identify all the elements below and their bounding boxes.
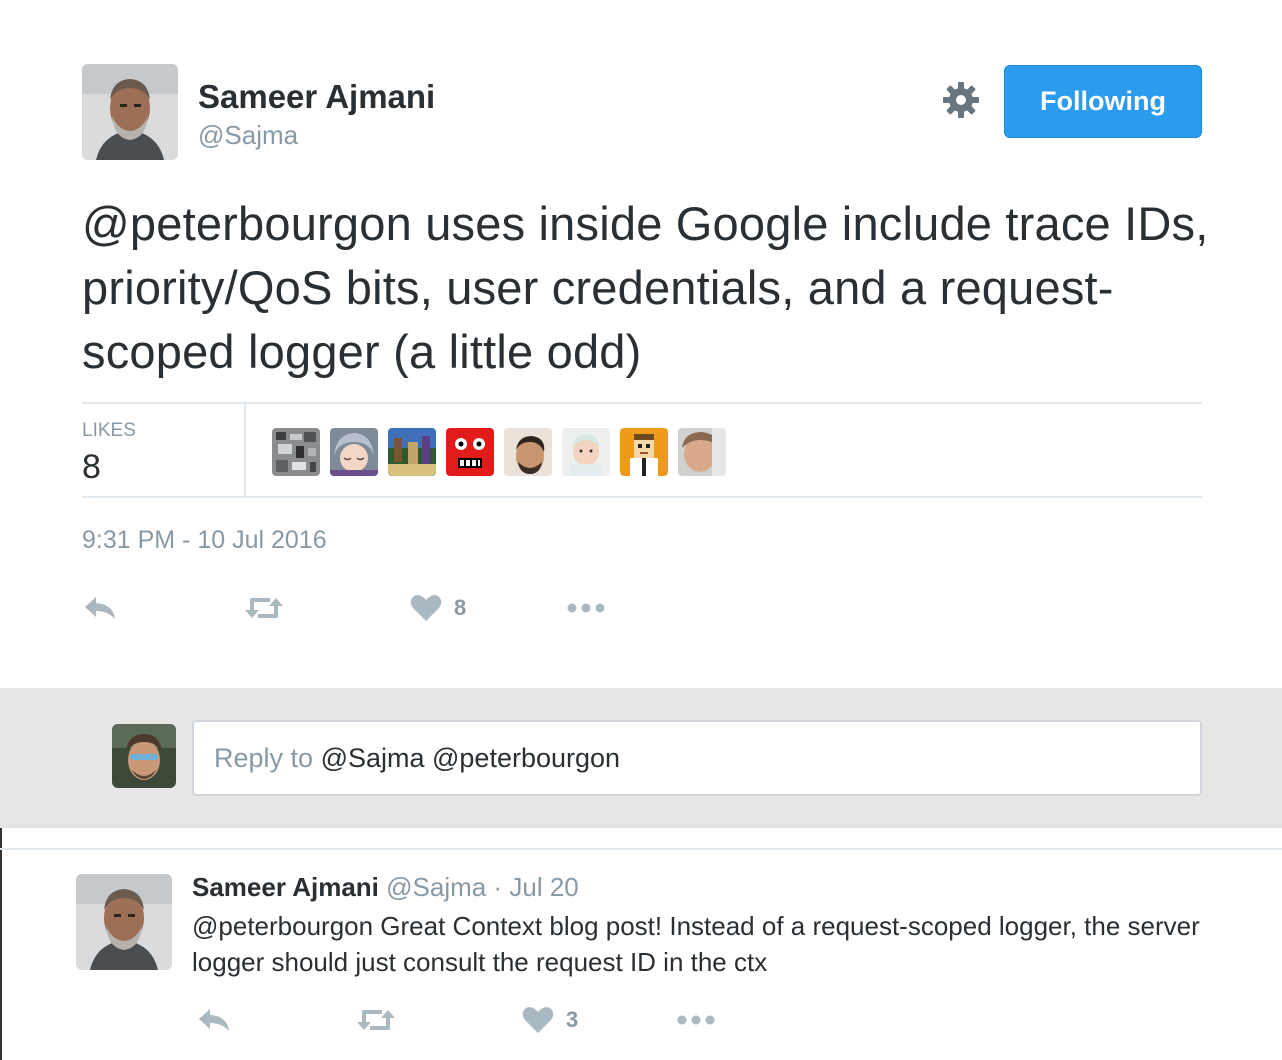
liker-avatar[interactable] [272, 428, 320, 476]
reply-header: Sameer Ajmani @Sajma · Jul 20 [192, 872, 579, 903]
author-name[interactable]: Sameer Ajmani [198, 78, 435, 116]
current-user-avatar [112, 724, 176, 788]
tweet-text: @peterbourgon uses inside Google include… [82, 192, 1212, 384]
reply-like-action[interactable]: 3 [522, 1000, 578, 1040]
main-tweet: Sameer Ajmani @Sajma Following @peterbou… [0, 0, 1282, 688]
liker-avatar[interactable] [330, 428, 378, 476]
liker-avatar[interactable] [388, 428, 436, 476]
reply-input[interactable]: Reply to @Sajma @peterbourgon [192, 720, 1202, 796]
reply-icon [82, 594, 118, 622]
like-count: 8 [454, 595, 467, 620]
reply-tweet[interactable]: Sameer Ajmani @Sajma · Jul 20 @peterbour… [0, 848, 1282, 1060]
liker-avatar[interactable] [562, 428, 610, 476]
reply-icon [196, 1006, 232, 1034]
liker-avatar[interactable] [678, 428, 726, 476]
more-icon [566, 602, 606, 614]
reply-text: @peterbourgon Great Context blog post! I… [192, 911, 1200, 977]
retweet-icon [356, 1006, 396, 1034]
heart-icon [522, 1006, 554, 1034]
like-action[interactable]: 8 [410, 588, 466, 628]
liker-avatar[interactable] [620, 428, 668, 476]
reply-separator: · [493, 872, 503, 902]
reply-author-name[interactable]: Sameer Ajmani [192, 872, 379, 902]
author-avatar[interactable] [82, 64, 178, 160]
liker-avatar[interactable] [446, 428, 494, 476]
reply-more-action[interactable] [676, 1000, 716, 1040]
liker-avatar[interactable] [504, 428, 552, 476]
tweet-timestamp[interactable]: 9:31 PM - 10 Jul 2016 [82, 526, 327, 555]
tweet-stats: LIKES 8 [82, 402, 1202, 498]
reply-like-count: 3 [566, 1007, 579, 1032]
likes-label: LIKES [82, 420, 136, 441]
likes-count: 8 [82, 448, 101, 486]
reply-retweet-action[interactable] [356, 1000, 396, 1040]
reply-action[interactable] [82, 588, 118, 628]
reply-author-handle[interactable]: @Sajma [386, 872, 486, 902]
author-handle[interactable]: @Sajma [198, 120, 298, 151]
retweet-icon [244, 594, 284, 622]
more-action[interactable] [566, 588, 606, 628]
following-button[interactable]: Following [1004, 65, 1202, 138]
likes-stat[interactable]: LIKES 8 [82, 404, 246, 498]
tweet-mention-link[interactable]: @peterbourgon [82, 197, 412, 250]
gear-icon[interactable] [941, 80, 981, 120]
reply-handles: @Sajma @peterbourgon [320, 743, 621, 773]
heart-icon [410, 594, 442, 622]
retweet-action[interactable] [244, 588, 284, 628]
more-icon [676, 1014, 716, 1026]
reply-placeholder: Reply to [214, 743, 321, 773]
reply-author-avatar[interactable] [76, 874, 172, 970]
reply-reply-action[interactable] [196, 1000, 232, 1040]
reply-composer: Reply to @Sajma @peterbourgon [0, 688, 1282, 828]
likers-list [272, 428, 726, 476]
reply-date[interactable]: Jul 20 [509, 872, 578, 902]
